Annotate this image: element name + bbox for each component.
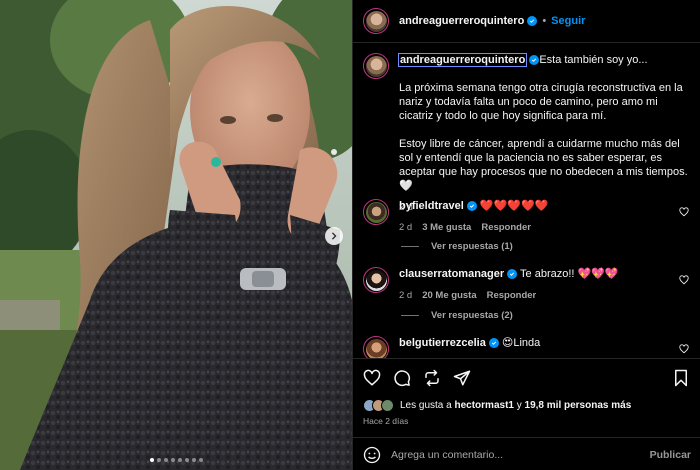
bookmark-icon[interactable] [673, 369, 689, 387]
comment-item: belgutierrezcelia 😍Linda [363, 336, 693, 358]
comment-username[interactable]: belgutierrezcelia [399, 337, 486, 349]
share-send-icon[interactable] [453, 369, 471, 387]
post-photo [0, 0, 352, 470]
commenter-avatar[interactable] [363, 199, 389, 225]
verified-badge-icon [529, 55, 540, 66]
caption-avatar[interactable] [363, 53, 389, 79]
carousel-dot [198, 458, 203, 462]
verified-badge-icon [507, 269, 518, 280]
post-actions: Les gusta a hectormast1 y 19,8 mil perso… [353, 358, 700, 470]
comment-time: 2 d [399, 290, 413, 301]
white-heart-emoji: 🤍 [399, 180, 413, 192]
post-media [0, 0, 352, 470]
commenter-avatar[interactable] [363, 336, 389, 358]
comment-bubble-icon[interactable] [393, 369, 411, 387]
likes-count[interactable]: 19,8 mil personas más [525, 400, 632, 411]
comment-item: byfieldtravel ❤️❤️❤️❤️❤️ 2 d 3 Me gusta … [363, 199, 693, 235]
carousel-dot [184, 458, 189, 462]
chevron-right-icon [331, 232, 337, 240]
comment-composer: Publicar [353, 437, 700, 470]
heart-outline-icon[interactable] [679, 275, 689, 285]
heart-outline-icon[interactable] [679, 344, 689, 354]
carousel-dot [149, 458, 154, 462]
carousel-dot [156, 458, 161, 462]
view-replies-label: Ver respuestas (2) [431, 310, 513, 321]
post-time-ago: Hace 2 días [363, 416, 409, 426]
comment-text: ❤️❤️❤️❤️❤️ [479, 200, 549, 212]
comment-time: 2 d [399, 222, 413, 233]
comment-input[interactable] [391, 448, 650, 461]
emoji-smiley-icon[interactable] [363, 446, 381, 464]
instagram-post-modal: andreaguerreroquintero • Seguir andreagu… [0, 0, 700, 470]
verified-badge-icon [527, 16, 538, 26]
likes-conj: y [516, 400, 522, 411]
comment-text: 😍Linda [501, 337, 541, 349]
reply-button[interactable]: Responder [481, 221, 531, 235]
caption-username[interactable]: andreaguerreroquintero [397, 53, 528, 67]
post-side-panel: andreaguerreroquintero • Seguir andreagu… [352, 0, 700, 470]
view-replies-button[interactable]: Ver respuestas (1) [401, 241, 513, 252]
post-caption: andreaguerreroquintero Esta también soy y… [363, 53, 693, 215]
comment-likes[interactable]: 20 Me gusta [422, 289, 476, 303]
carousel-dot [191, 458, 196, 462]
view-replies-label: Ver respuestas (1) [431, 241, 513, 252]
author-username[interactable]: andreaguerreroquintero [399, 15, 524, 27]
view-replies-button[interactable]: Ver respuestas (2) [401, 310, 513, 321]
repost-icon[interactable] [423, 369, 441, 387]
carousel-dot [170, 458, 175, 462]
reply-button[interactable]: Responder [487, 289, 537, 303]
post-header: andreaguerreroquintero • Seguir [353, 0, 700, 43]
caption-paragraph: Estoy libre de cáncer, aprendí a cuidarm… [399, 137, 689, 193]
likes-summary[interactable]: Les gusta a hectormast1 y 19,8 mil perso… [363, 399, 631, 412]
comment-item: clauserratomanager Te abrazo!! 💖💖💖 2 d 2… [363, 267, 693, 303]
caption-paragraph: La próxima semana tengo otra cirugía rec… [399, 82, 683, 122]
author-avatar[interactable] [363, 8, 389, 34]
comment-username[interactable]: byfieldtravel [399, 200, 464, 212]
comment-text: Te abrazo!! 💖💖💖 [520, 268, 619, 280]
comment-likes[interactable]: 3 Me gusta [422, 221, 471, 235]
carousel-indicator [0, 458, 352, 462]
verified-badge-icon [488, 338, 499, 349]
carousel-next-button[interactable] [325, 227, 343, 245]
caption-paragraph-text: Estoy libre de cáncer, aprendí a cuidarm… [399, 138, 688, 178]
likers-avatars [363, 399, 394, 412]
caption-first-line: Esta también soy yo... [539, 54, 648, 66]
likes-prefix: Les gusta a [400, 400, 452, 411]
carousel-dot [163, 458, 168, 462]
comment-username[interactable]: clauserratomanager [399, 268, 504, 280]
publish-button[interactable]: Publicar [650, 449, 691, 461]
liker-username[interactable]: hectormast1 [455, 400, 514, 411]
verified-badge-icon [466, 201, 477, 212]
like-heart-icon[interactable] [363, 369, 381, 387]
comments-scroll-area[interactable]: andreaguerreroquintero Esta también soy y… [353, 43, 700, 358]
follow-button[interactable]: Seguir [551, 15, 585, 27]
header-separator: • [542, 15, 547, 27]
heart-outline-icon[interactable] [679, 207, 689, 217]
carousel-dot [177, 458, 182, 462]
commenter-avatar[interactable] [363, 267, 389, 293]
